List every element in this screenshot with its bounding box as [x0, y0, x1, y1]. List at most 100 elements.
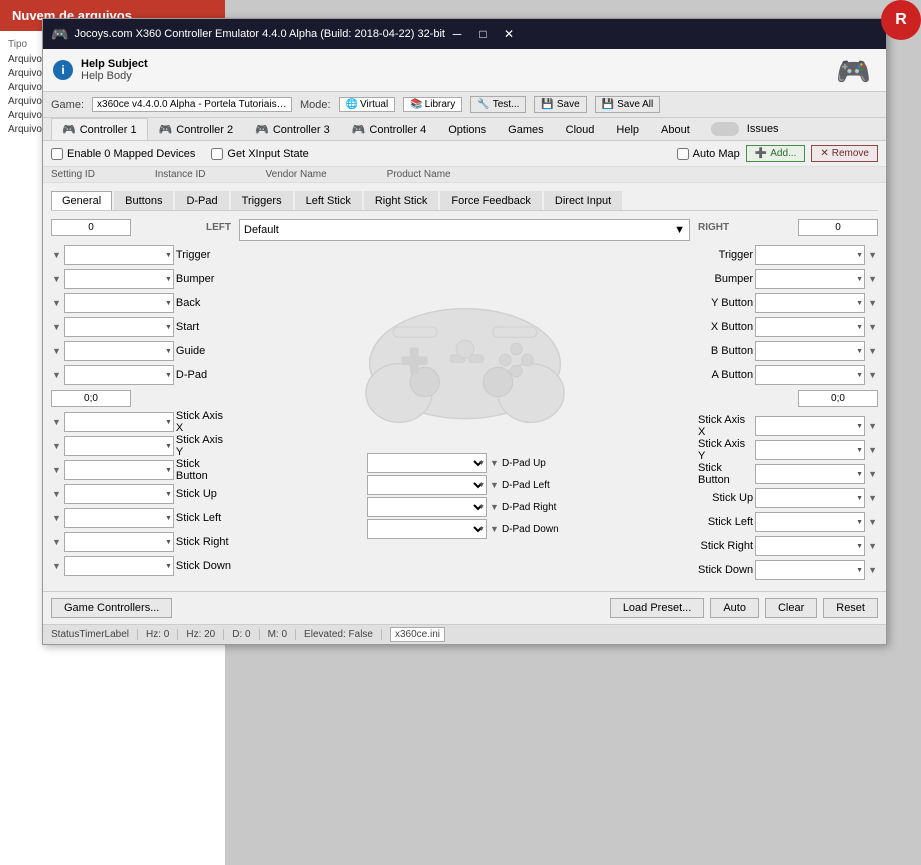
- left-back-arrow[interactable]: ▼: [51, 298, 62, 308]
- game-controllers-button[interactable]: Game Controllers...: [51, 598, 172, 618]
- left-dpad-select[interactable]: [64, 365, 174, 385]
- get-xinput-checkbox[interactable]: [211, 148, 223, 160]
- right-stick-right-select[interactable]: [755, 536, 865, 556]
- test-button[interactable]: 🔧 Test...: [470, 96, 526, 113]
- right-x-select[interactable]: [755, 317, 865, 337]
- dpad-left-arrow[interactable]: ▼: [489, 480, 500, 490]
- left-dpad-arrow[interactable]: ▼: [51, 370, 62, 380]
- left-stick-right-select[interactable]: [64, 532, 174, 552]
- inner-tab-right-stick[interactable]: Right Stick: [364, 191, 439, 210]
- issues-toggle[interactable]: [711, 122, 739, 136]
- right-b-arrow[interactable]: ▼: [867, 346, 878, 356]
- right-trigger-select[interactable]: [755, 245, 865, 265]
- left-stick-x-select[interactable]: [64, 412, 174, 432]
- tab-cloud[interactable]: Cloud: [555, 119, 606, 140]
- dpad-right-select[interactable]: [367, 497, 487, 517]
- tab-about[interactable]: About: [650, 119, 701, 140]
- left-stick-left-arrow[interactable]: ▼: [51, 513, 62, 523]
- dpad-left-select[interactable]: [367, 475, 487, 495]
- inner-tab-triggers[interactable]: Triggers: [231, 191, 293, 210]
- clear-button[interactable]: Clear: [765, 598, 817, 618]
- right-stick-up-select[interactable]: [755, 488, 865, 508]
- dpad-up-select[interactable]: [367, 453, 487, 473]
- right-stick-down-select[interactable]: [755, 560, 865, 580]
- save-all-button[interactable]: 💾 Save All: [595, 96, 661, 113]
- left-start-arrow[interactable]: ▼: [51, 322, 62, 332]
- auto-button[interactable]: Auto: [710, 598, 759, 618]
- right-stick-right-arrow[interactable]: ▼: [867, 541, 878, 551]
- right-stick-x-arrow[interactable]: ▼: [867, 421, 878, 431]
- right-a-arrow[interactable]: ▼: [867, 370, 878, 380]
- minimize-button[interactable]: ─: [445, 24, 469, 44]
- right-stick-x-select[interactable]: [755, 416, 865, 436]
- left-stick-left-select[interactable]: [64, 508, 174, 528]
- right-stick-left-select[interactable]: [755, 512, 865, 532]
- dpad-up-arrow[interactable]: ▼: [489, 458, 500, 468]
- left-guide-arrow[interactable]: ▼: [51, 346, 62, 356]
- right-a-select[interactable]: [755, 365, 865, 385]
- virtual-mode-button[interactable]: 🌐 Virtual: [339, 97, 396, 112]
- right-stick-y-select[interactable]: [755, 440, 865, 460]
- inner-tab-direct-input[interactable]: Direct Input: [544, 191, 622, 210]
- dpad-down-arrow[interactable]: ▼: [489, 524, 500, 534]
- right-y-arrow[interactable]: ▼: [867, 298, 878, 308]
- left-stick-up-select[interactable]: [64, 484, 174, 504]
- right-stick-y-arrow[interactable]: ▼: [867, 445, 878, 455]
- right-trigger-arrow[interactable]: ▼: [867, 250, 878, 260]
- reset-button[interactable]: Reset: [823, 598, 878, 618]
- right-x-arrow[interactable]: ▼: [867, 322, 878, 332]
- left-stick-down-select[interactable]: [64, 556, 174, 576]
- right-stick-down-arrow[interactable]: ▼: [867, 565, 878, 575]
- tab-games[interactable]: Games: [497, 119, 554, 140]
- left-trigger-arrow[interactable]: ▼: [51, 250, 62, 260]
- left-stick-right-arrow[interactable]: ▼: [51, 537, 62, 547]
- right-y-select[interactable]: [755, 293, 865, 313]
- tab-options[interactable]: Options: [437, 119, 497, 140]
- right-stick-down-row: Stick Down ▼: [698, 559, 878, 581]
- left-stick-y-arrow[interactable]: ▼: [51, 441, 62, 451]
- inner-tab-buttons[interactable]: Buttons: [114, 191, 173, 210]
- dpad-down-select[interactable]: [367, 519, 487, 539]
- dpad-right-arrow[interactable]: ▼: [489, 502, 500, 512]
- game-dropdown[interactable]: x360ce v4.4.0.0 Alpha - Portela Tutoriai…: [92, 97, 292, 112]
- default-dropdown[interactable]: Default ▼: [239, 219, 690, 241]
- tab-controller4[interactable]: 🎮 Controller 4: [341, 118, 438, 140]
- left-back-select[interactable]: [64, 293, 174, 313]
- left-stick-btn-arrow[interactable]: ▼: [51, 465, 62, 475]
- inner-tab-force-feedback[interactable]: Force Feedback: [440, 191, 541, 210]
- left-bumper-select[interactable]: [64, 269, 174, 289]
- enable-mapped-checkbox[interactable]: [51, 148, 63, 160]
- auto-map-checkbox[interactable]: [677, 148, 689, 160]
- right-b-select[interactable]: [755, 341, 865, 361]
- inner-tab-left-stick[interactable]: Left Stick: [295, 191, 362, 210]
- remove-button[interactable]: ✕ Remove: [811, 145, 878, 162]
- left-stick-up-arrow[interactable]: ▼: [51, 489, 62, 499]
- tab-help[interactable]: Help: [605, 119, 650, 140]
- left-guide-select[interactable]: [64, 341, 174, 361]
- left-stick-x-arrow[interactable]: ▼: [51, 417, 62, 427]
- load-preset-button[interactable]: Load Preset...: [610, 598, 705, 618]
- left-trigger-select[interactable]: [64, 245, 174, 265]
- library-mode-button[interactable]: 📚 Library: [403, 97, 462, 112]
- right-stick-left-arrow[interactable]: ▼: [867, 517, 878, 527]
- tab-controller2[interactable]: 🎮 Controller 2: [148, 118, 245, 140]
- tab-controller3[interactable]: 🎮 Controller 3: [244, 118, 341, 140]
- add-button[interactable]: ➕ Add...: [746, 145, 806, 162]
- right-bumper-select[interactable]: [755, 269, 865, 289]
- user-avatar[interactable]: R: [881, 0, 921, 40]
- right-stick-up-arrow[interactable]: ▼: [867, 493, 878, 503]
- right-bumper-arrow[interactable]: ▼: [867, 274, 878, 284]
- maximize-button[interactable]: □: [471, 24, 495, 44]
- left-stick-btn-select[interactable]: [64, 460, 174, 480]
- inner-tab-dpad[interactable]: D-Pad: [175, 191, 228, 210]
- right-stick-btn-arrow[interactable]: ▼: [867, 469, 878, 479]
- tab-controller1[interactable]: 🎮 Controller 1: [51, 118, 148, 140]
- left-bumper-arrow[interactable]: ▼: [51, 274, 62, 284]
- left-start-select[interactable]: [64, 317, 174, 337]
- close-button[interactable]: ✕: [497, 24, 521, 44]
- save-button[interactable]: 💾 Save: [534, 96, 586, 113]
- left-stick-down-arrow[interactable]: ▼: [51, 561, 62, 571]
- inner-tab-general[interactable]: General: [51, 191, 112, 210]
- right-stick-btn-select[interactable]: [755, 464, 865, 484]
- left-stick-y-select[interactable]: [64, 436, 174, 456]
